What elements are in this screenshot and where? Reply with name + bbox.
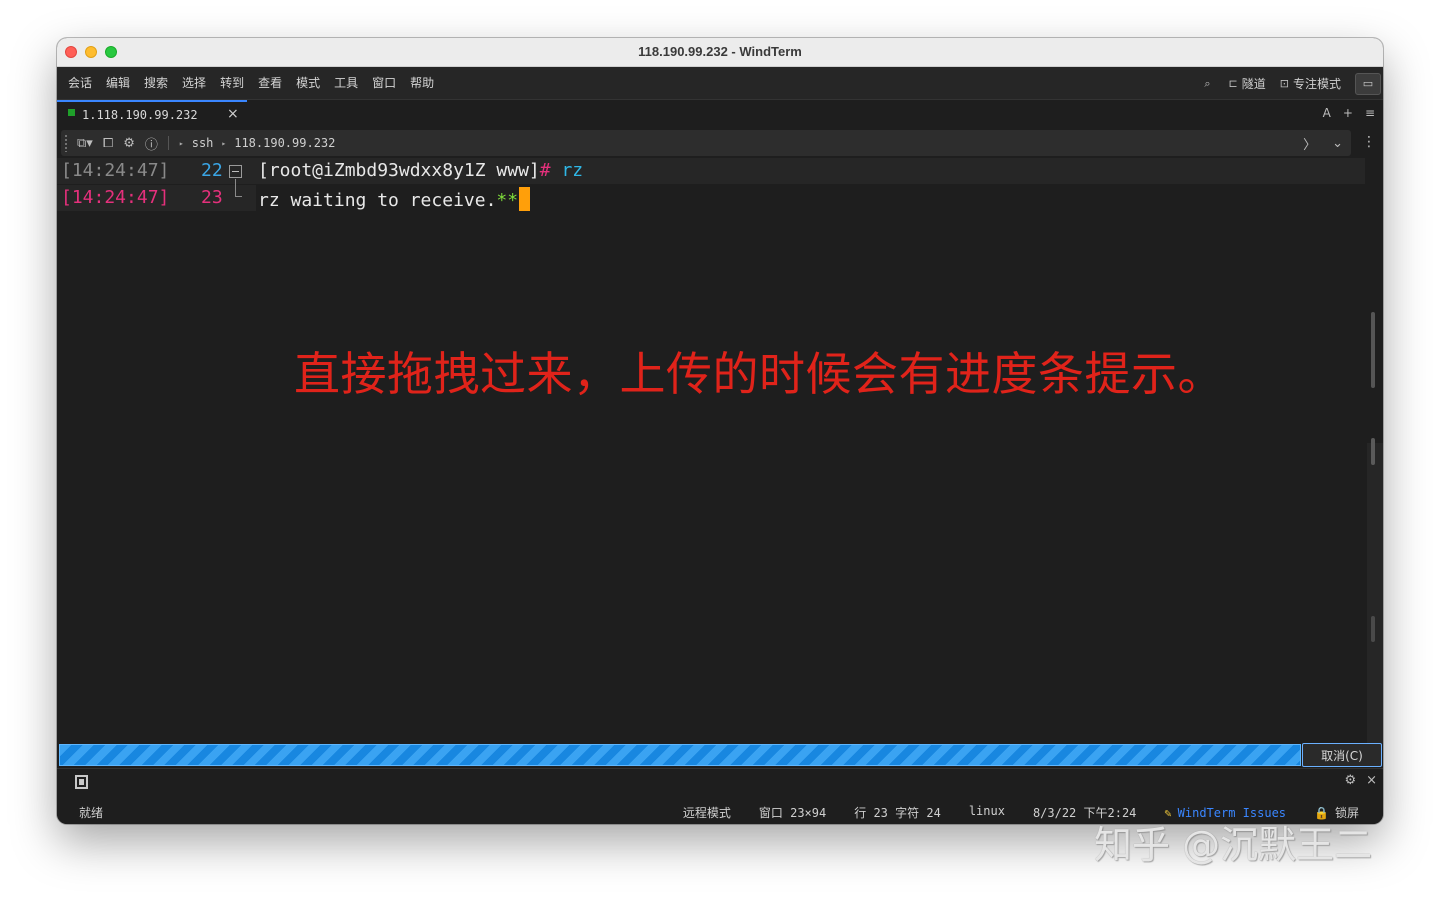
timestamp: [14:24:47] [61,187,170,208]
toolbar-divider [167,136,169,150]
tunnel-label: 隧道 [1241,77,1266,91]
menu-mode[interactable]: 模式 [289,67,327,100]
menu-search[interactable]: 搜索 [137,67,175,100]
search-icon: ⌕ [1204,76,1211,90]
title-bar: 118.190.99.232 - WindTerm [57,38,1383,67]
timestamp: [14:24:47] [61,160,170,181]
fold-toggle-icon[interactable] [229,165,242,178]
toolbar-grip-handle[interactable] [64,134,68,152]
menu-window[interactable]: 窗口 [365,67,403,100]
windterm-window: 118.190.99.232 - WindTerm 会话 编辑 搜索 选择 转到… [57,38,1383,824]
tab-session[interactable]: 1.118.190.99.232 × [57,100,247,128]
status-cursor-position: 行 23 字符 24 [854,806,941,820]
focus-mode-button[interactable]: ⊡ 专注模式 [1280,75,1341,92]
forward-icon[interactable]: 〉 [1303,134,1316,153]
menu-view[interactable]: 查看 [251,67,289,100]
breadcrumb: ▸ ssh ▸ 118.190.99.232 [179,136,336,150]
menu-session[interactable]: 会话 [61,67,99,100]
scrollbar-thumb[interactable] [1371,438,1375,465]
close-icon[interactable]: × [1366,773,1377,788]
layout-toggle-button[interactable]: ▭ [1355,72,1381,95]
session-toolbar: ⧉▾ ⧠ ⚙ ⓘ ▸ ssh ▸ 118.190.99.232 〉 ⌄ [61,130,1351,156]
output-text: rz waiting to receive. [258,190,497,211]
tunnel-icon: ⊏ [1228,77,1238,90]
chevron-down-icon[interactable]: ⌄ [1332,136,1343,151]
connection-status-icon [68,109,75,116]
more-options-icon[interactable]: ⋮ [1362,134,1376,150]
tab-bar: 1.118.190.99.232 × A + ≡ [57,100,1383,128]
tab-menu-icon[interactable]: ≡ [1365,106,1375,120]
shell-prompt: [root@iZmbd93wdxx8y1Z www] [258,160,540,181]
new-session-icon[interactable]: ⧉▾ [77,136,93,151]
focus-mode-label: 专注模式 [1292,77,1341,91]
scrollbar-thumb[interactable] [1371,616,1375,642]
info-icon[interactable]: ⓘ [145,134,158,153]
menu-select[interactable]: 选择 [175,67,213,100]
menu-tools[interactable]: 工具 [327,67,365,100]
chevron-right-icon: ▸ [221,138,227,148]
breadcrumb-protocol[interactable]: ssh [192,136,214,150]
status-state: 就绪 [79,806,104,820]
focus-icon: ⊡ [1279,77,1289,90]
terminal-line: [14:24:47] 23 rz waiting to receive.** [57,185,1365,211]
status-window-size: 窗口 23×94 [758,806,827,820]
new-tab-icon[interactable]: + [1343,106,1353,120]
chevron-right-icon: ▸ [178,138,184,148]
menu-goto[interactable]: 转到 [213,67,251,100]
terminal-line: [14:24:47] 22 [root@iZmbd93wdxx8y1Z www]… [57,158,1365,189]
terminal-text: [root@iZmbd93wdxx8y1Z www]# rz [258,160,583,181]
fold-guide-end [235,185,242,197]
search-button[interactable]: ⌕ [1204,77,1214,91]
status-os: linux [968,804,1005,818]
watermark: 知乎 @沉默王二 [1094,823,1373,867]
line-number: 23 [201,187,223,208]
command-text: rz [550,160,584,181]
menu-edit[interactable]: 编辑 [99,67,137,100]
tunnel-button[interactable]: ⊏ 隧道 [1229,75,1266,92]
prompt-symbol: # [539,160,551,181]
cancel-button[interactable]: 取消(C) [1302,743,1382,767]
menu-help[interactable]: 帮助 [403,67,441,100]
gear-icon[interactable]: ⚙ [1344,773,1356,788]
menu-bar: 会话 编辑 搜索 选择 转到 查看 模式 工具 窗口 帮助 ⌕ ⊏ 隧道 ⊡ 专注模… [57,67,1383,100]
scrollbar-thumb[interactable] [1371,312,1375,388]
document-icon[interactable] [75,775,88,789]
line-number: 22 [201,160,223,181]
minimap-track [1367,443,1383,743]
tab-label: 1.118.190.99.232 [82,108,198,122]
layout-icon: ▭ [1362,77,1374,90]
duplicate-session-icon[interactable]: ⧠ [103,136,113,151]
terminal-output[interactable]: [14:24:47] 22 [root@iZmbd93wdxx8y1Z www]… [57,158,1365,742]
session-settings-icon[interactable]: ⚙ [123,136,135,151]
upload-progress-bar [59,744,1301,766]
window-title: 118.190.99.232 - WindTerm [638,44,802,59]
status-mode[interactable]: 远程模式 [683,804,731,821]
annotation-text: 直接拖拽过来，上传的时候会有进度条提示。 [294,347,1224,401]
close-tab-icon[interactable]: × [227,106,239,122]
terminal-cursor [519,187,531,211]
output-stars: ** [496,190,519,211]
breadcrumb-host[interactable]: 118.190.99.232 [234,136,335,150]
font-icon[interactable]: A [1323,106,1331,120]
terminal-text: rz waiting to receive.** [258,187,531,211]
